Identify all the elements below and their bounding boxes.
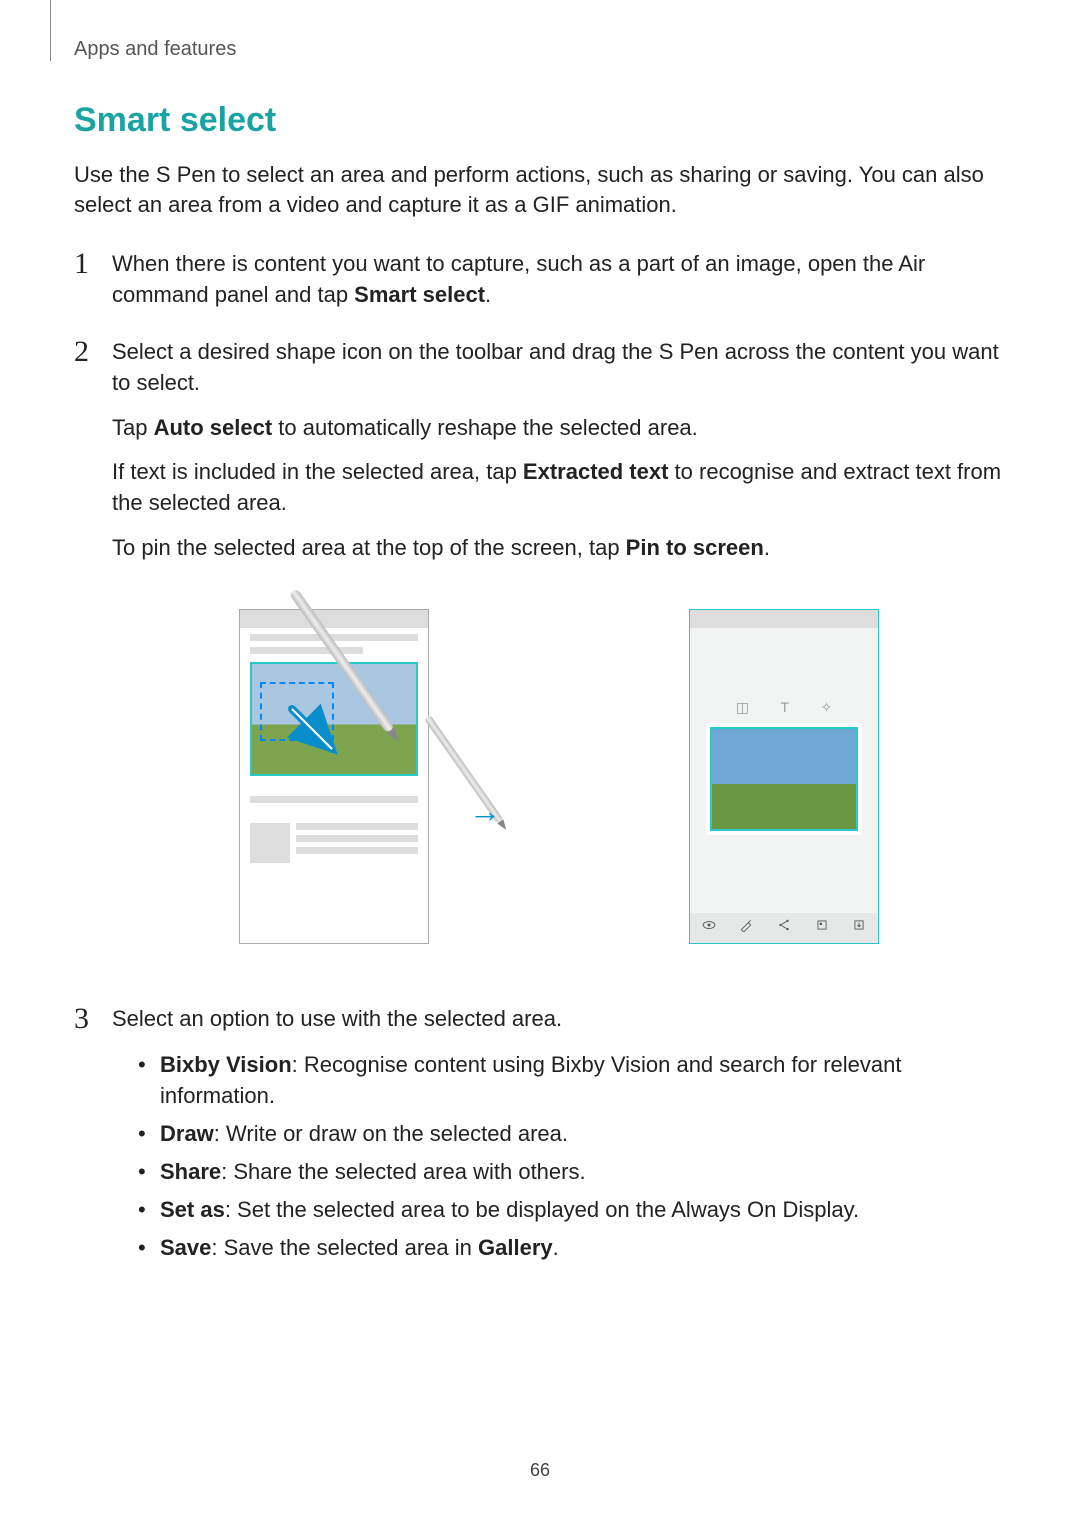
- bullet-set-as: Set as: Set the selected area to be disp…: [132, 1194, 1006, 1226]
- resize-icon: ◫: [736, 698, 749, 718]
- placeholder-line: [250, 647, 363, 654]
- step-1-text-b: .: [485, 282, 491, 307]
- phone-topbar: [690, 610, 878, 628]
- intro-text: Use the S Pen to select an area and perf…: [74, 160, 1006, 219]
- bullet-label: Draw: [160, 1121, 214, 1146]
- bullet-text-b: .: [553, 1235, 559, 1260]
- draw-icon: [739, 918, 753, 938]
- step-3-p1: Select an option to use with the selecte…: [112, 1004, 1006, 1035]
- bullet-save: Save: Save the selected area in Gallery.: [132, 1232, 1006, 1264]
- step-2-p4-b: .: [764, 535, 770, 560]
- step-2-p3-a: If text is included in the selected area…: [112, 459, 523, 484]
- bullet-text: : Write or draw on the selected area.: [214, 1121, 568, 1146]
- page-title: Smart select: [74, 101, 1006, 140]
- photo-with-selection: [250, 662, 418, 776]
- top-tool-row: ◫ T ✧: [720, 698, 848, 718]
- pin-icon: ✧: [821, 698, 833, 718]
- step-1: When there is content you want to captur…: [74, 249, 1006, 311]
- bullet-text: : Set the selected area to be displayed …: [225, 1197, 859, 1222]
- bullet-label: Save: [160, 1235, 211, 1260]
- placeholder-line: [296, 823, 418, 830]
- bullet-share: Share: Share the selected area with othe…: [132, 1156, 1006, 1188]
- step-2-p3-bold: Extracted text: [523, 459, 669, 484]
- phone-after: ◫ T ✧: [689, 609, 879, 944]
- section-label: Apps and features: [74, 0, 1006, 101]
- share-icon: [777, 918, 791, 938]
- transition-arrow-icon: →: [469, 789, 501, 834]
- bullet-bixby-vision: Bixby Vision: Recognise content using Bi…: [132, 1049, 1006, 1113]
- step-2-p2-bold: Auto select: [154, 415, 273, 440]
- header-rule: [50, 0, 51, 61]
- thumb-row: [250, 823, 418, 863]
- selection-marquee: [260, 682, 334, 741]
- placeholder-line: [250, 634, 418, 641]
- bottom-tool-row: [690, 913, 878, 943]
- bullet-label: Share: [160, 1159, 221, 1184]
- save-icon: [852, 918, 866, 938]
- bullet-text-a: : Save the selected area in: [211, 1235, 478, 1260]
- placeholder-line: [296, 847, 418, 854]
- step-2-p2-a: Tap: [112, 415, 154, 440]
- step-3: Select an option to use with the selecte…: [74, 1004, 1006, 1264]
- smart-select-figure: → ◫ T ✧: [112, 589, 1006, 969]
- text-icon: T: [780, 698, 789, 718]
- step-1-text-a: When there is content you want to captur…: [112, 251, 925, 307]
- step-1-bold: Smart select: [354, 282, 485, 307]
- step-2: Select a desired shape icon on the toolb…: [74, 337, 1006, 969]
- step-2-p1: Select a desired shape icon on the toolb…: [112, 337, 1006, 399]
- cropped-result: [710, 727, 858, 831]
- placeholder-line: [296, 835, 418, 842]
- set-as-icon: [815, 918, 829, 938]
- page-number: 66: [0, 1460, 1080, 1481]
- step-2-p4-a: To pin the selected area at the top of t…: [112, 535, 626, 560]
- phone-before: [239, 609, 429, 944]
- bullet-text-bold: Gallery: [478, 1235, 553, 1260]
- placeholder-line: [250, 796, 418, 803]
- bullet-text: : Share the selected area with others.: [221, 1159, 585, 1184]
- placeholder-thumb: [250, 823, 290, 863]
- bullet-label: Bixby Vision: [160, 1052, 292, 1077]
- bullet-draw: Draw: Write or draw on the selected area…: [132, 1118, 1006, 1150]
- phone-topbar: [240, 610, 428, 628]
- bullet-label: Set as: [160, 1197, 225, 1222]
- step-2-p2-b: to automatically reshape the selected ar…: [272, 415, 698, 440]
- step-2-p4-bold: Pin to screen: [626, 535, 764, 560]
- bixby-vision-icon: [702, 918, 716, 938]
